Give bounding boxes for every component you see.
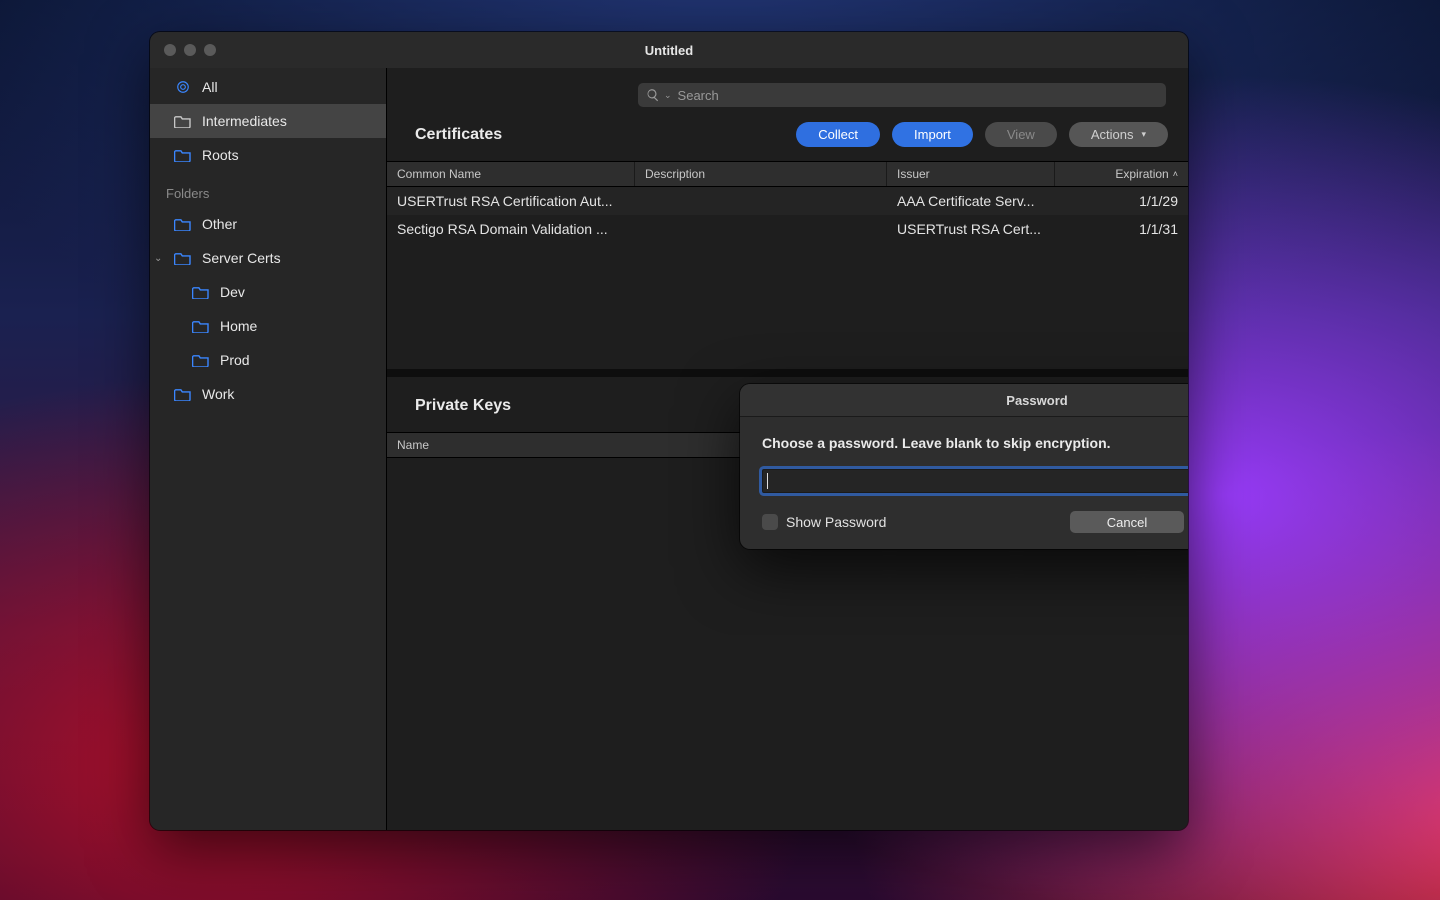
search-placeholder: Search <box>678 88 719 103</box>
sidebar-item-label: Dev <box>220 284 245 300</box>
sidebar-item-roots[interactable]: Roots <box>150 138 386 172</box>
import-button[interactable]: Import <box>892 122 973 147</box>
chevron-down-icon: ⌄ <box>664 90 672 101</box>
cancel-button[interactable]: Cancel <box>1070 511 1184 533</box>
show-password-label: Show Password <box>786 514 1056 530</box>
text-cursor <box>767 473 768 489</box>
column-description[interactable]: Description <box>635 162 887 186</box>
cell-common-name: USERTrust RSA Certification Aut... <box>387 193 635 209</box>
sidebar: All Intermediates Roots Folders Other ⌄ … <box>150 68 387 830</box>
close-window-icon[interactable] <box>164 44 176 56</box>
top-toolbar: ⌄ Search <box>387 68 1188 122</box>
certificates-title: Certificates <box>415 126 784 144</box>
zoom-window-icon[interactable] <box>204 44 216 56</box>
sidebar-folder-home[interactable]: Home <box>150 309 386 343</box>
main-content: ⌄ Search Certificates Collect Import Vie… <box>387 68 1188 830</box>
dialog-message: Choose a password. Leave blank to skip e… <box>762 435 1188 451</box>
table-row[interactable]: USERTrust RSA Certification Aut... AAA C… <box>387 187 1188 215</box>
sidebar-folder-other[interactable]: Other <box>150 207 386 241</box>
minimize-window-icon[interactable] <box>184 44 196 56</box>
sidebar-item-label: Roots <box>202 147 239 163</box>
sidebar-folder-prod[interactable]: Prod <box>150 343 386 377</box>
password-dialog: Password Choose a password. Leave blank … <box>740 384 1188 549</box>
app-window: Untitled All Intermediates Roots Folders… <box>150 32 1188 830</box>
table-row[interactable]: Sectigo RSA Domain Validation ... USERTr… <box>387 215 1188 243</box>
cell-expiration: 1/1/31 <box>1055 221 1188 237</box>
sidebar-folder-dev[interactable]: Dev <box>150 275 386 309</box>
folder-icon <box>174 217 192 231</box>
target-icon <box>174 80 192 94</box>
cell-issuer: USERTrust RSA Cert... <box>887 221 1055 237</box>
folder-icon <box>174 251 192 265</box>
sidebar-item-label: Intermediates <box>202 113 287 129</box>
button-label: Collect <box>818 127 858 142</box>
sidebar-item-label: Other <box>202 216 237 232</box>
search-input[interactable]: ⌄ Search <box>638 83 1166 107</box>
sidebar-item-label: All <box>202 79 218 95</box>
cell-issuer: AAA Certificate Serv... <box>887 193 1055 209</box>
button-label: Import <box>914 127 951 142</box>
sort-ascending-icon: ˄ <box>1173 169 1178 179</box>
sidebar-item-intermediates[interactable]: Intermediates <box>150 104 386 138</box>
window-title: Untitled <box>150 43 1188 58</box>
section-divider <box>387 369 1188 377</box>
sidebar-folder-work[interactable]: Work <box>150 377 386 411</box>
sidebar-item-label: Prod <box>220 352 250 368</box>
collect-button[interactable]: Collect <box>796 122 880 147</box>
column-common-name[interactable]: Common Name <box>387 162 635 186</box>
button-label: Actions <box>1091 127 1134 142</box>
dialog-title: Password <box>740 384 1188 417</box>
folder-icon <box>192 319 210 333</box>
sidebar-heading-folders: Folders <box>150 172 386 207</box>
sidebar-item-label: Home <box>220 318 257 334</box>
sidebar-item-label: Work <box>202 386 234 402</box>
certificates-section: Certificates Collect Import View Actions… <box>387 122 1188 369</box>
cell-expiration: 1/1/29 <box>1055 193 1188 209</box>
certificates-table-body: USERTrust RSA Certification Aut... AAA C… <box>387 187 1188 369</box>
sidebar-folder-server-certs[interactable]: ⌄ Server Certs <box>150 241 386 275</box>
button-label: View <box>1007 127 1035 142</box>
show-password-checkbox[interactable] <box>762 514 778 530</box>
folder-icon <box>174 114 192 128</box>
cell-common-name: Sectigo RSA Domain Validation ... <box>387 221 635 237</box>
password-input[interactable] <box>762 469 1188 493</box>
sidebar-item-all[interactable]: All <box>150 70 386 104</box>
column-expiration[interactable]: Expiration˄ <box>1055 162 1188 186</box>
window-titlebar[interactable]: Untitled <box>150 32 1188 68</box>
actions-button[interactable]: Actions ▾ <box>1069 122 1168 147</box>
sidebar-item-label: Server Certs <box>202 250 281 266</box>
traffic-lights <box>164 44 216 56</box>
chevron-down-icon[interactable]: ⌄ <box>154 253 162 264</box>
folder-icon <box>192 285 210 299</box>
column-issuer[interactable]: Issuer <box>887 162 1055 186</box>
certificates-table-header: Common Name Description Issuer Expiratio… <box>387 161 1188 187</box>
chevron-down-icon: ▾ <box>1141 129 1146 140</box>
folder-icon <box>174 387 192 401</box>
search-icon <box>646 88 660 102</box>
folder-icon <box>192 353 210 367</box>
view-button[interactable]: View <box>985 122 1057 147</box>
button-label: Cancel <box>1107 515 1147 530</box>
folder-icon <box>174 148 192 162</box>
